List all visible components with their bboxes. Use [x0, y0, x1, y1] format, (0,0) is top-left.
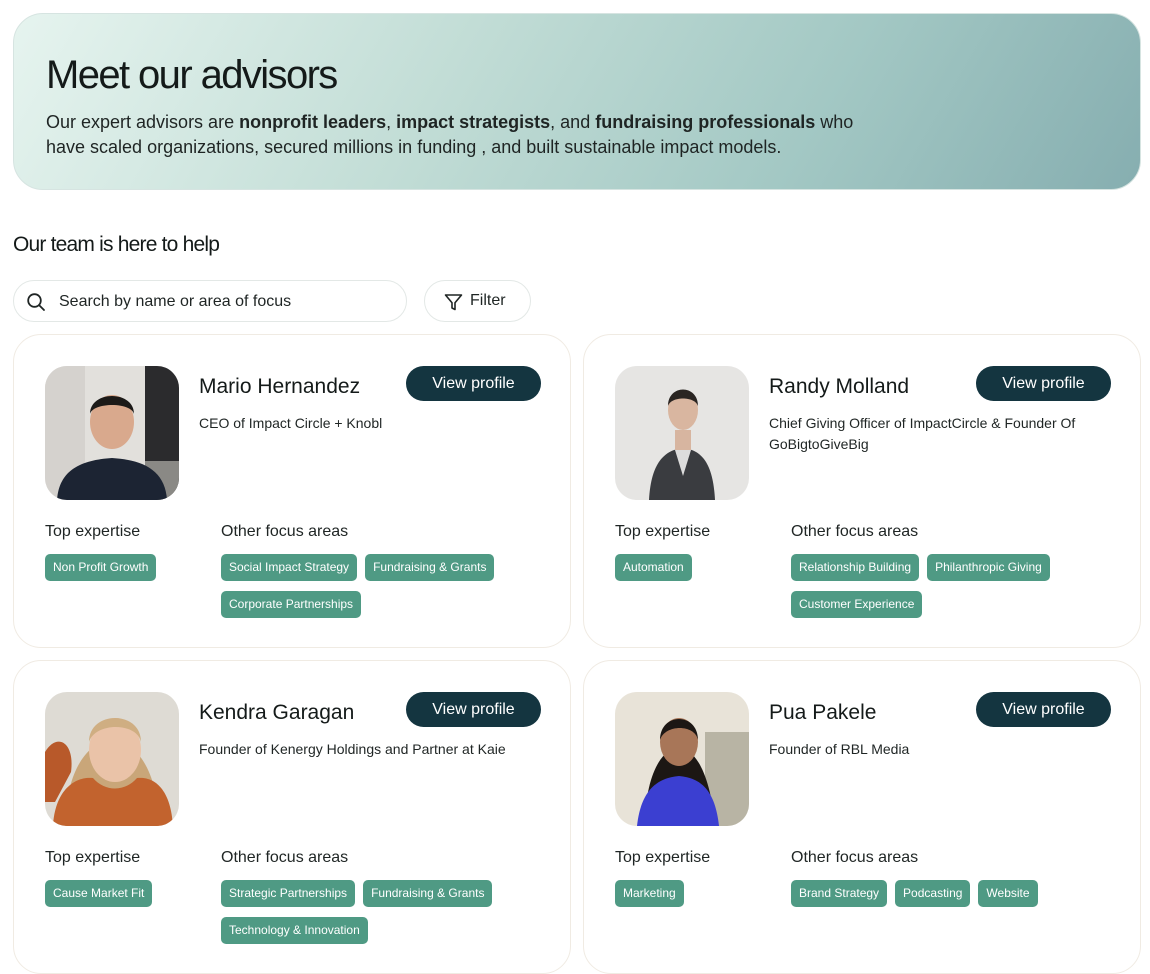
advisor-name: Pua Pakele	[769, 701, 877, 724]
hero-highlight: nonprofit leaders	[239, 112, 387, 132]
focus-tag: Corporate Partnerships	[221, 591, 362, 618]
advisor-role: Founder of RBL Media	[769, 741, 910, 757]
other-focus-label: Other focus areas	[791, 523, 919, 540]
other-focus-label: Other focus areas	[791, 849, 919, 866]
top-expertise-label: Top expertise	[615, 523, 711, 540]
advisor-name: Kendra Garagan	[199, 701, 355, 724]
search-input[interactable]	[57, 281, 391, 323]
focus-tag: Social Impact Strategy	[221, 554, 358, 581]
view-profile-button[interactable]: View profile	[406, 366, 541, 401]
top-expertise-tags: Cause Market Fit	[45, 880, 210, 907]
other-focus-tags: Brand Strategy Podcasting Website	[791, 880, 1091, 907]
hero-text: ,	[386, 112, 397, 132]
top-expertise-tags: Non Profit Growth	[45, 554, 210, 581]
other-focus-tags: Strategic Partnerships Fundraising & Gra…	[221, 880, 521, 944]
top-expertise-label: Top expertise	[45, 849, 141, 866]
hero-highlight: impact strategists	[396, 112, 551, 132]
focus-tag: Relationship Building	[791, 554, 920, 581]
advisor-card: Kendra Garagan Founder of Kenergy Holdin…	[13, 660, 571, 974]
section-title: Our team is here to help	[13, 233, 220, 256]
avatar	[615, 366, 749, 500]
focus-tag: Brand Strategy	[791, 880, 888, 907]
focus-tag: Strategic Partnerships	[221, 880, 356, 907]
hero-description: Our expert advisors are nonprofit leader…	[46, 110, 866, 160]
advisor-role: Founder of Kenergy Holdings and Partner …	[199, 741, 506, 757]
top-expertise-tags: Marketing	[615, 880, 780, 907]
advisor-card: Randy Molland Chief Giving Officer of Im…	[583, 334, 1141, 648]
focus-tag: Website	[978, 880, 1038, 907]
focus-tag: Philanthropic Giving	[927, 554, 1050, 581]
page-title: Meet our advisors	[46, 53, 338, 97]
advisor-role: Chief Giving Officer of ImpactCircle & F…	[769, 415, 1076, 452]
focus-tag: Technology & Innovation	[221, 917, 368, 944]
avatar	[615, 692, 749, 826]
expertise-tag: Non Profit Growth	[45, 554, 157, 581]
top-expertise-label: Top expertise	[615, 849, 711, 866]
hero-banner: Meet our advisors Our expert advisors ar…	[13, 13, 1141, 190]
advisor-name: Mario Hernandez	[199, 375, 361, 398]
advisor-name: Randy Molland	[769, 375, 910, 398]
other-focus-label: Other focus areas	[221, 849, 349, 866]
expertise-tag: Automation	[615, 554, 692, 581]
focus-tag: Fundraising & Grants	[363, 880, 493, 907]
top-expertise-tags: Automation	[615, 554, 780, 581]
advisor-role: CEO of Impact Circle + Knobl	[199, 415, 383, 431]
avatar	[45, 692, 179, 826]
advisor-card: Pua Pakele Founder of RBL Media View pro…	[583, 660, 1141, 974]
focus-tag: Podcasting	[895, 880, 971, 907]
view-profile-button[interactable]: View profile	[976, 692, 1111, 727]
hero-highlight: fundraising professionals	[595, 112, 816, 132]
expertise-tag: Marketing	[615, 880, 684, 907]
focus-tag: Customer Experience	[791, 591, 923, 618]
advisor-card: Mario Hernandez CEO of Impact Circle + K…	[13, 334, 571, 648]
avatar	[45, 366, 179, 500]
view-profile-button[interactable]: View profile	[976, 366, 1111, 401]
filter-label: Filter	[470, 292, 506, 309]
filter-button[interactable]: Filter	[424, 280, 531, 322]
view-profile-button[interactable]: View profile	[406, 692, 541, 727]
other-focus-tags: Relationship Building Philanthropic Givi…	[791, 554, 1091, 618]
top-expertise-label: Top expertise	[45, 523, 141, 540]
hero-text: , and	[550, 112, 596, 132]
other-focus-tags: Social Impact Strategy Fundraising & Gra…	[221, 554, 521, 618]
search-icon	[26, 292, 46, 312]
other-focus-label: Other focus areas	[221, 523, 349, 540]
search-box[interactable]	[13, 280, 407, 323]
filter-icon	[444, 293, 463, 312]
focus-tag: Fundraising & Grants	[365, 554, 495, 581]
hero-text: Our expert advisors are	[46, 112, 240, 132]
expertise-tag: Cause Market Fit	[45, 880, 153, 907]
